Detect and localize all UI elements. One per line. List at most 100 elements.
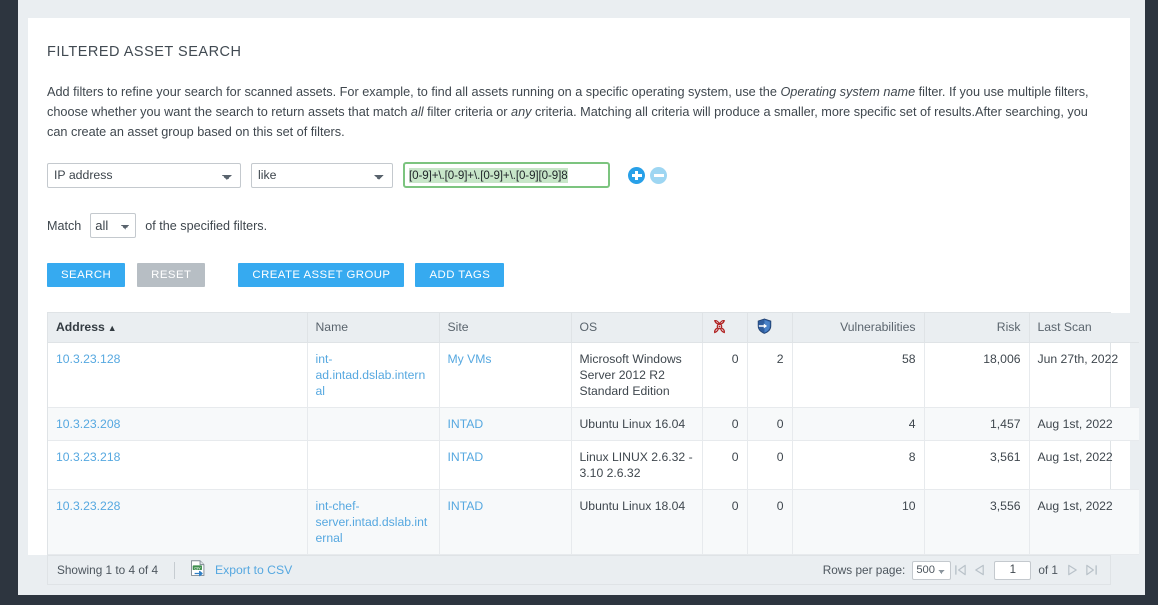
- cell-exploits: 0: [747, 489, 793, 555]
- reset-button[interactable]: RESET: [137, 263, 206, 287]
- cell-address: 10.3.23.218: [48, 440, 308, 490]
- match-row: Match all of the specified filters.: [47, 213, 1130, 238]
- page-number-input[interactable]: [994, 560, 1032, 580]
- cell-vulnerabilities: 8: [792, 440, 925, 490]
- column-header-last-scan[interactable]: Last Scan: [1029, 313, 1139, 343]
- description-text-1: Add filters to refine your search for sc…: [47, 85, 781, 99]
- match-mode-select[interactable]: all: [90, 213, 137, 238]
- cell-malware: 0: [702, 489, 748, 555]
- table-row[interactable]: 10.3.23.218 INTAD Linux LINUX 2.6.32 - 3…: [48, 440, 1139, 490]
- asset-site-link[interactable]: INTAD: [448, 417, 484, 431]
- asset-name-link[interactable]: int-chef-server.intad.dslab.internal: [316, 499, 428, 545]
- cell-malware: 0: [702, 440, 748, 490]
- showing-count-label: Showing 1 to 4 of 4: [57, 563, 158, 577]
- cell-site: INTAD: [439, 440, 572, 490]
- plus-circle-icon[interactable]: [628, 166, 645, 184]
- column-header-os-label: OS: [579, 320, 598, 334]
- filter-row: IP address like [0-9]+\.[0-9]+\.[0-9]+\.…: [47, 162, 1130, 188]
- rows-per-page-label: Rows per page:: [822, 563, 906, 577]
- column-header-risk[interactable]: Risk: [924, 313, 1030, 343]
- action-button-row: SEARCH RESET CREATE ASSET GROUP ADD TAGS: [47, 263, 1130, 287]
- asset-address-link[interactable]: 10.3.23.128: [56, 352, 120, 366]
- match-prefix-label: Match: [47, 218, 82, 233]
- total-pages-label: of 1: [1038, 563, 1058, 577]
- create-asset-group-button[interactable]: CREATE ASSET GROUP: [238, 263, 405, 287]
- table-row[interactable]: 10.3.23.228 int-chef-server.intad.dslab.…: [48, 489, 1139, 555]
- column-header-address-label: Address: [56, 320, 105, 334]
- cell-os: Ubuntu Linux 18.04: [571, 489, 703, 555]
- table-row[interactable]: 10.3.23.128 int-ad.intad.dslab.internal …: [48, 342, 1139, 408]
- asset-address-link[interactable]: 10.3.23.208: [56, 417, 120, 431]
- cell-last-scan: Aug 1st, 2022: [1029, 440, 1139, 490]
- assets-table-head: Address ▲ Name Site OS Vulnerabilities R…: [48, 313, 1139, 343]
- assets-table: Address ▲ Name Site OS Vulnerabilities R…: [48, 313, 1139, 555]
- asset-address-link[interactable]: 10.3.23.218: [56, 450, 120, 464]
- cell-os: Linux LINUX 2.6.32 - 3.10 2.6.32: [571, 440, 703, 490]
- description-emphasis-2: all: [410, 105, 424, 119]
- minus-circle-icon[interactable]: [650, 166, 667, 184]
- prev-page-icon[interactable]: [973, 563, 986, 577]
- asset-name-link[interactable]: int-ad.intad.dslab.internal: [316, 352, 426, 398]
- table-row[interactable]: 10.3.23.208 INTAD Ubuntu Linux 16.04 0 0…: [48, 407, 1139, 441]
- shield-exploit-icon: [757, 318, 771, 334]
- cell-address: 10.3.23.128: [48, 342, 308, 408]
- cell-malware: 0: [702, 407, 748, 441]
- asset-address-link[interactable]: 10.3.23.228: [56, 499, 120, 513]
- cell-address: 10.3.23.228: [48, 489, 308, 555]
- asset-site-link[interactable]: INTAD: [448, 450, 484, 464]
- column-header-address[interactable]: Address ▲: [48, 313, 308, 343]
- rows-per-page-select[interactable]: 500: [912, 560, 952, 580]
- column-header-risk-label: Risk: [996, 320, 1021, 334]
- filter-field-select[interactable]: IP address: [47, 162, 241, 188]
- biohazard-malware-icon: [713, 319, 725, 333]
- cell-name: [307, 407, 440, 441]
- next-page-icon[interactable]: [1066, 563, 1079, 577]
- column-header-exploits[interactable]: [747, 313, 793, 343]
- cell-address: 10.3.23.208: [48, 407, 308, 441]
- cell-last-scan: Jun 27th, 2022: [1029, 342, 1139, 408]
- pagination-controls: Rows per page: 500 of 1: [822, 560, 1101, 580]
- cell-name: int-chef-server.intad.dslab.internal: [307, 489, 440, 555]
- filter-operator-select[interactable]: like: [251, 162, 393, 188]
- column-header-vulnerabilities[interactable]: Vulnerabilities: [792, 313, 925, 343]
- cell-site: My VMs: [439, 342, 572, 408]
- cell-os: Ubuntu Linux 16.04: [571, 407, 703, 441]
- asset-site-link[interactable]: My VMs: [448, 352, 492, 366]
- column-header-site[interactable]: Site: [439, 313, 572, 343]
- filter-value-text: [0-9]+\.[0-9]+\.[0-9]+\.[0-9][0-9]8: [409, 167, 568, 183]
- cell-vulnerabilities: 10: [792, 489, 925, 555]
- cell-vulnerabilities: 4: [792, 407, 925, 441]
- cell-exploits: 0: [747, 407, 793, 441]
- cell-last-scan: Aug 1st, 2022: [1029, 489, 1139, 555]
- page-description: Add filters to refine your search for sc…: [47, 82, 1105, 142]
- column-header-name[interactable]: Name: [307, 313, 440, 343]
- assets-table-header-row: Address ▲ Name Site OS Vulnerabilities R…: [48, 313, 1139, 343]
- filter-value-input[interactable]: [0-9]+\.[0-9]+\.[0-9]+\.[0-9][0-9]8: [403, 162, 610, 188]
- column-header-site-label: Site: [447, 320, 469, 334]
- cell-name: int-ad.intad.dslab.internal: [307, 342, 440, 408]
- description-emphasis-3: any: [511, 105, 532, 119]
- cell-malware: 0: [702, 342, 748, 408]
- page-title: FILTERED ASSET SEARCH: [47, 44, 242, 60]
- first-page-icon[interactable]: [954, 563, 967, 577]
- column-header-os[interactable]: OS: [571, 313, 703, 343]
- asset-site-link[interactable]: INTAD: [448, 499, 484, 513]
- column-header-malware[interactable]: [702, 313, 748, 343]
- cell-exploits: 2: [747, 342, 793, 408]
- cell-site: INTAD: [439, 407, 572, 441]
- cell-last-scan: Aug 1st, 2022: [1029, 407, 1139, 441]
- svg-text:csv: csv: [194, 565, 201, 570]
- cell-risk: 18,006: [924, 342, 1030, 408]
- add-tags-button[interactable]: ADD TAGS: [415, 263, 505, 287]
- last-page-icon[interactable]: [1085, 563, 1098, 577]
- cell-vulnerabilities: 58: [792, 342, 925, 408]
- export-to-csv-link[interactable]: Export to CSV: [215, 563, 292, 577]
- cell-risk: 1,457: [924, 407, 1030, 441]
- column-header-vulnerabilities-label: Vulnerabilities: [840, 320, 916, 334]
- match-suffix-label: of the specified filters.: [145, 218, 268, 233]
- table-footer: Showing 1 to 4 of 4 csv Export to CSV Ro…: [47, 555, 1111, 585]
- cell-risk: 3,561: [924, 440, 1030, 490]
- cell-risk: 3,556: [924, 489, 1030, 555]
- search-button[interactable]: SEARCH: [47, 263, 126, 287]
- filtered-asset-search-card: FILTERED ASSET SEARCH Add filters to ref…: [28, 18, 1139, 585]
